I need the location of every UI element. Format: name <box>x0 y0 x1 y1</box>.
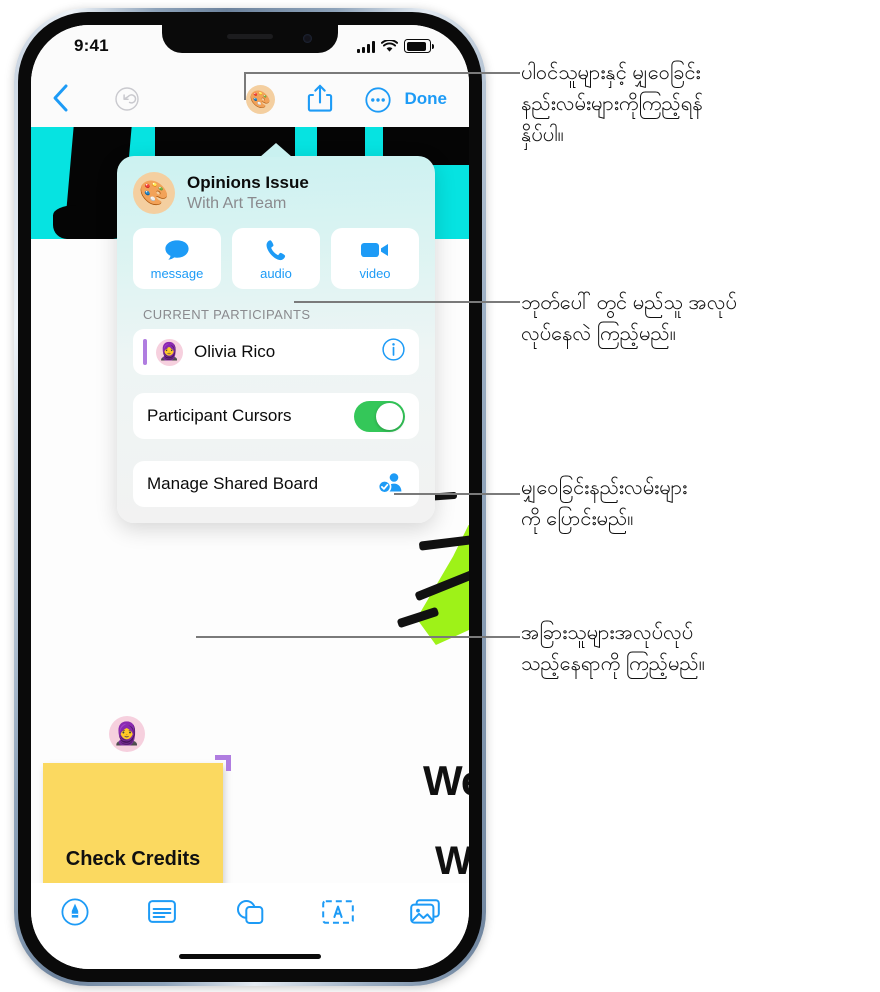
shapes-tool[interactable] <box>227 897 273 931</box>
popover-title: Opinions Issue <box>187 173 309 193</box>
message-button[interactable]: message <box>133 228 221 289</box>
message-label: message <box>150 265 204 281</box>
done-button[interactable]: Done <box>405 89 448 109</box>
manage-shared-board-row[interactable]: Manage Shared Board <box>133 461 419 507</box>
speaker-grille <box>227 34 273 39</box>
participant-cursor-avatar: 🧕 <box>109 716 145 752</box>
callout-who-is-working: ဘုတ်ပေါ် တွင် မည်သူ အလုပ် လုပ်နေလဲ ကြည့်… <box>521 292 737 345</box>
leader-line-1 <box>244 72 520 74</box>
callout-change-sharing: မျှဝေခြင်းနည်းလမ်းများ ကို ပြောင်းမည်။ <box>521 477 688 530</box>
sticky-note-text: Check Credits <box>65 848 201 870</box>
text-box-icon <box>321 899 354 929</box>
undo-icon[interactable] <box>115 87 139 111</box>
participant-cursors-label: Participant Cursors <box>147 406 292 425</box>
phone-icon <box>264 237 288 263</box>
video-label: video <box>359 265 391 281</box>
home-indicator <box>179 954 321 959</box>
notch <box>162 25 338 53</box>
callout-share-options: ပါဝင်သူများနှင့် မျှဝေခြင်း နည်းလမ်းများ… <box>521 62 703 146</box>
canvas-word: We <box>435 839 469 883</box>
sticky-note[interactable]: Check Credits <box>43 763 223 897</box>
participants-section-header: CURRENT PARTICIPANTS <box>143 307 311 322</box>
phone-screen: We We We s 🧕 Check Credits 9:41 <box>31 25 469 969</box>
video-camera-icon <box>360 237 390 263</box>
popover-tail <box>260 143 292 157</box>
manage-shared-board-label: Manage Shared Board <box>147 474 319 493</box>
canvas-word: We <box>423 757 469 804</box>
audio-button[interactable]: audio <box>232 228 320 289</box>
audio-label: audio <box>260 265 292 281</box>
media-tool[interactable] <box>402 897 448 931</box>
front-camera <box>303 34 312 43</box>
wifi-icon <box>380 39 399 53</box>
pen-circle-icon <box>61 897 89 931</box>
battery-icon <box>404 39 434 53</box>
selection-handle-top-right[interactable] <box>215 755 231 771</box>
share-options-popover: 🎨 Opinions Issue With Art Team message a… <box>117 143 435 523</box>
cellular-signal-icon <box>357 41 375 53</box>
more-options-icon[interactable] <box>365 87 391 113</box>
markup-toolbar <box>31 883 469 969</box>
status-time: 9:41 <box>74 36 109 55</box>
palette-icon: 🎨 <box>249 90 272 109</box>
callout-see-where-others-work: အခြားသူများအလုပ်လုပ် သည့်နေရာကို ကြည့်မည… <box>521 622 705 675</box>
participant-color-bar <box>143 339 147 365</box>
leader-line-2 <box>294 301 520 303</box>
video-button[interactable]: video <box>331 228 419 289</box>
popover-header: 🎨 Opinions Issue With Art Team <box>117 156 435 214</box>
shared-board-palette-button[interactable]: 🎨 <box>246 85 275 114</box>
share-icon[interactable] <box>307 83 333 113</box>
board-avatar: 🎨 <box>133 172 175 214</box>
phone-frame: We We We s 🧕 Check Credits 9:41 <box>14 8 486 986</box>
status-indicators <box>357 39 434 53</box>
info-circle-icon[interactable] <box>382 338 405 366</box>
quick-actions: message audio video <box>117 214 435 289</box>
participant-cursors-toggle[interactable] <box>354 400 405 432</box>
navigation-bar: 🎨 Done <box>31 69 469 127</box>
note-icon <box>148 900 177 928</box>
leader-line-1-vertical <box>244 72 246 100</box>
text-box-tool[interactable] <box>315 897 361 931</box>
participant-avatar: 🧕 <box>156 338 183 366</box>
participant-cursors-row[interactable]: Participant Cursors <box>133 393 419 439</box>
back-chevron-icon[interactable] <box>51 83 69 113</box>
leader-line-3 <box>394 493 520 495</box>
markup-pen-tool[interactable] <box>52 897 98 931</box>
participant-name: Olivia Rico <box>194 342 276 361</box>
popover-subtitle: With Art Team <box>187 194 287 212</box>
message-bubble-icon <box>164 237 190 263</box>
shapes-icon <box>236 899 264 930</box>
sticky-note-tool[interactable] <box>139 897 185 931</box>
phone-bezel: We We We s 🧕 Check Credits 9:41 <box>18 12 482 982</box>
participant-row-olivia-rico[interactable]: 🧕 Olivia Rico <box>133 329 419 375</box>
photo-icon <box>410 899 440 929</box>
leader-line-4 <box>196 636 520 638</box>
